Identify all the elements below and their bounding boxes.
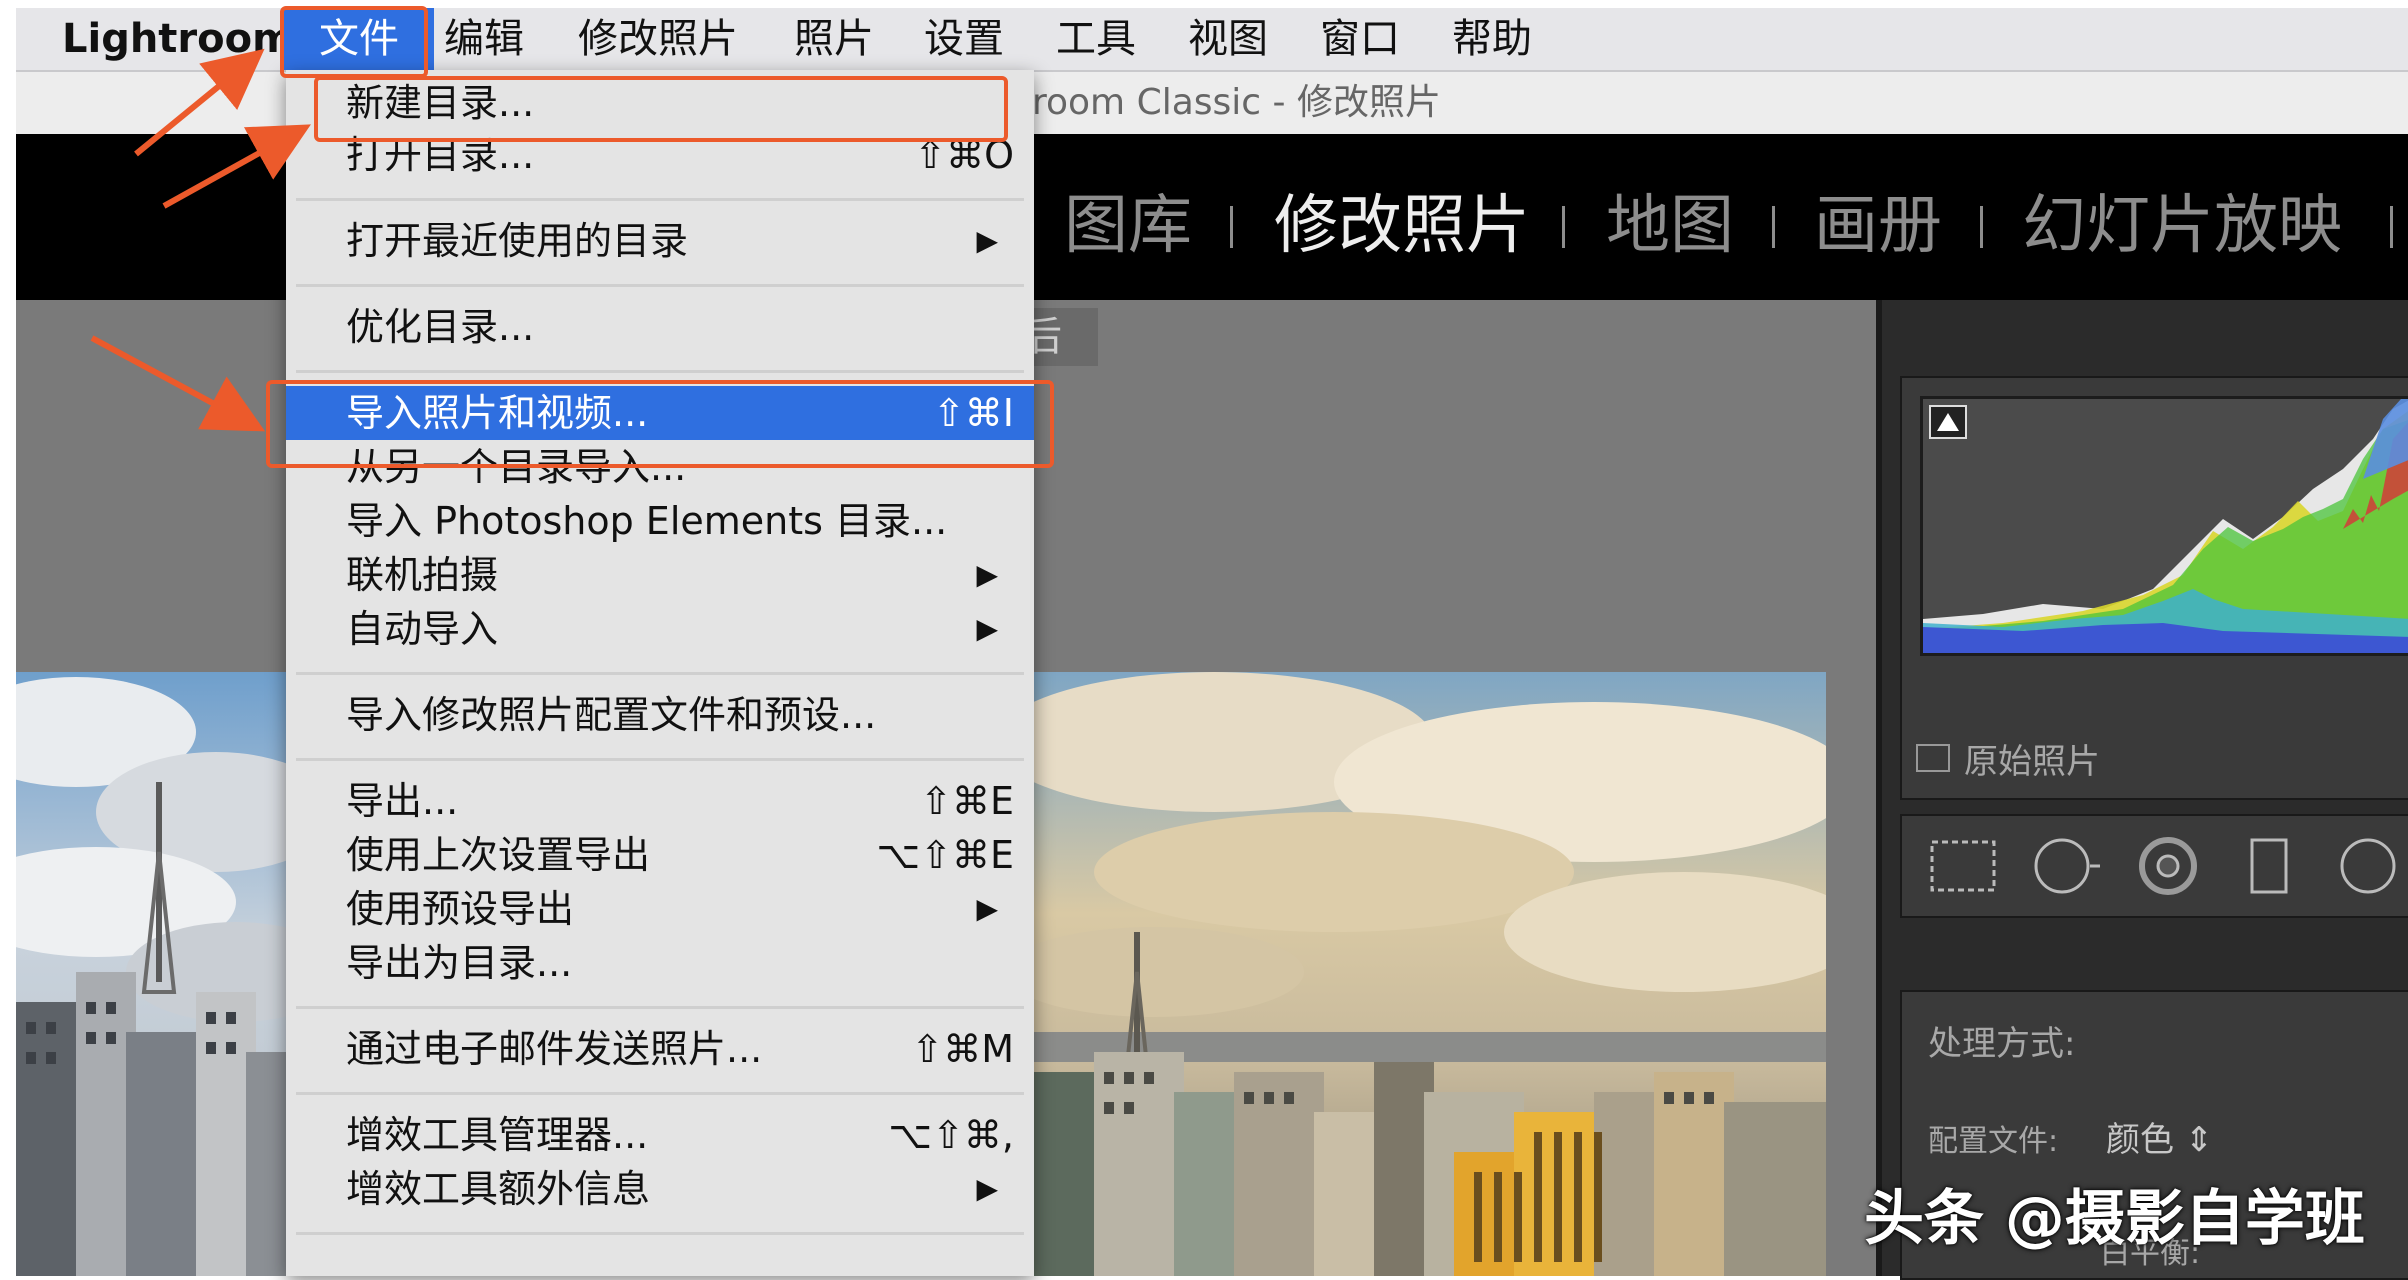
annotation-arrows xyxy=(90,48,311,432)
watermark-text: 头条 @摄影自学班 xyxy=(1864,1184,2365,1254)
arrow-to-import-photos xyxy=(90,335,266,432)
arrow-to-new-catalog xyxy=(162,124,311,209)
arrow-to-file-menu xyxy=(134,48,265,157)
